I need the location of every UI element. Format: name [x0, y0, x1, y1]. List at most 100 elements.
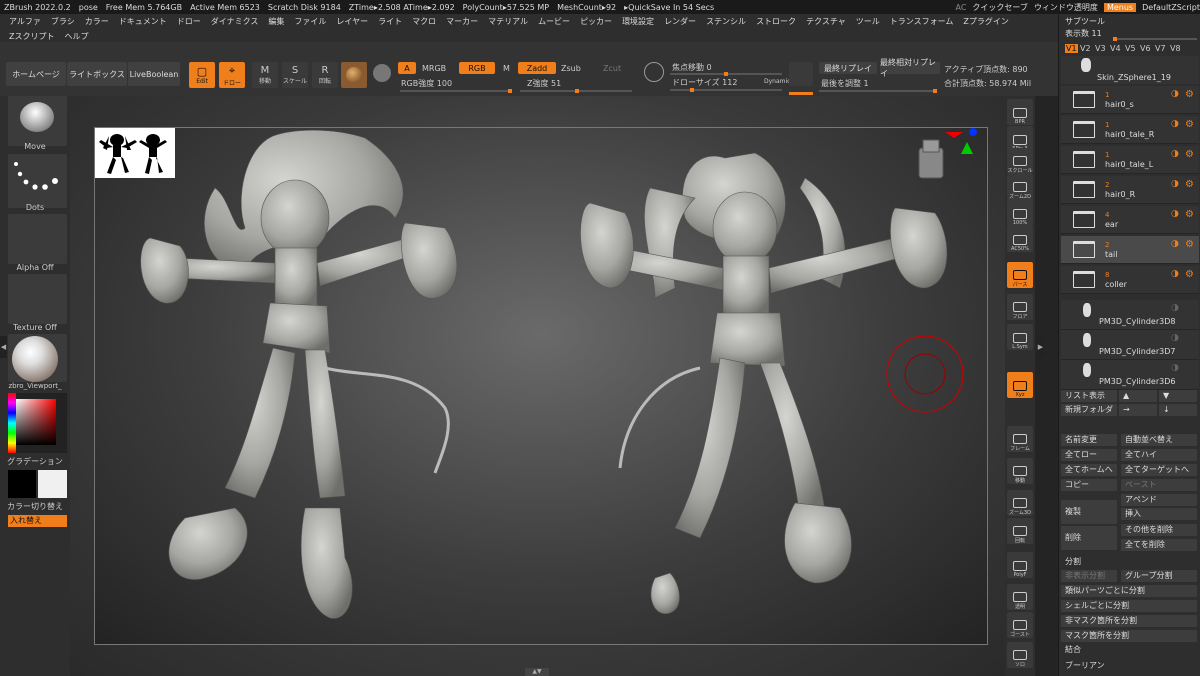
version-tab-v3[interactable]: V3 — [1095, 44, 1106, 53]
display-count-slider[interactable] — [1113, 37, 1197, 41]
shelf-polyf-button[interactable]: PolyF — [1007, 552, 1033, 578]
adjust-last-slider[interactable] — [819, 89, 937, 93]
version-tab-v7[interactable]: V7 — [1155, 44, 1166, 53]
menu-item-9[interactable]: ライト — [373, 14, 407, 29]
menu-item-7[interactable]: ファイル — [289, 14, 331, 29]
stroke-slot[interactable] — [8, 154, 67, 208]
color-switch-label[interactable]: カラー切り替え — [0, 501, 70, 512]
paste-button[interactable]: ペースト — [1121, 479, 1197, 491]
menu-item-6[interactable]: 編集 — [263, 14, 289, 29]
menu-item-21[interactable]: トランスフォーム — [885, 14, 959, 29]
right-collapse-icon[interactable]: ▶ — [1037, 336, 1044, 358]
shelf-dynamic-persp-button[interactable]: パース — [1007, 262, 1033, 288]
eye-icon[interactable]: ◑ — [1171, 209, 1179, 219]
menu-item-5[interactable]: ダイナミクス — [206, 14, 264, 29]
eye-icon[interactable]: ◑ — [1171, 119, 1179, 129]
gear-icon[interactable]: ⚙ — [1185, 239, 1194, 250]
gear-icon[interactable]: ⚙ — [1185, 89, 1194, 100]
subtool-folder-hair0_tale_L[interactable]: 1 hair0_tale_L ◑ ⚙ — [1061, 146, 1199, 174]
all-high-button[interactable]: 全てハイ — [1121, 449, 1197, 461]
subtool-item-pm3d_cylinder3d8[interactable]: PM3D_Cylinder3D8 ◑ — [1061, 300, 1199, 330]
shelf-local-button[interactable]: L.Sym — [1007, 324, 1033, 350]
split-hidden-button[interactable]: 非表示分割 — [1061, 570, 1117, 582]
rotate-mode-button[interactable]: R 回転 — [312, 62, 338, 88]
draw-size-slider[interactable] — [670, 88, 782, 92]
menu-item-4[interactable]: ドロー — [172, 14, 206, 29]
split-shell-button[interactable]: シェルごとに分割 — [1061, 600, 1197, 612]
lightbox-button[interactable]: ライトボックス — [67, 62, 127, 86]
zcut-button[interactable]: Zcut — [603, 64, 621, 73]
menus-button[interactable]: Menus — [1103, 2, 1137, 12]
menu-item-14[interactable]: ピッカー — [575, 14, 617, 29]
rgb-intensity-label[interactable]: RGB強度 100 — [401, 78, 452, 89]
zsub-button[interactable]: Zsub — [561, 64, 581, 73]
list-view-button[interactable]: リスト表示 — [1061, 390, 1117, 402]
draw-button[interactable]: ⌖ ドロー — [219, 62, 245, 88]
scale-mode-button[interactable]: S スケール — [282, 62, 308, 88]
subtool-folder-hair0_tale_R[interactable]: 1 hair0_tale_R ◑ ⚙ — [1061, 116, 1199, 144]
top-subtool-item[interactable]: Skin_ZSphere1_19 — [1061, 56, 1199, 84]
merge-section-header[interactable]: 結合 — [1061, 644, 1199, 656]
material-slot[interactable] — [8, 334, 67, 382]
eye-icon[interactable]: ◑ — [1171, 239, 1179, 249]
shelf-solo-button[interactable]: ソロ — [1007, 642, 1033, 668]
all-target-button[interactable]: 全てターゲットへ — [1121, 464, 1197, 476]
delete-button[interactable]: 削除 — [1061, 526, 1117, 550]
menu-item-13[interactable]: ムービー — [533, 14, 575, 29]
new-folder-button[interactable]: 新規フォルダ — [1061, 404, 1117, 416]
all-home-button[interactable]: 全てホームへ — [1061, 464, 1117, 476]
gear-icon[interactable]: ⚙ — [1185, 119, 1194, 130]
shelf-floor-button[interactable]: フロア — [1007, 294, 1033, 320]
menu-item-19[interactable]: テクスチャ — [801, 14, 851, 29]
shelf-transp-button[interactable]: 透明 — [1007, 584, 1033, 610]
gear-icon[interactable]: ⚙ — [1185, 269, 1194, 280]
menu-item-1[interactable]: ブラシ — [46, 14, 80, 29]
z-intensity-slider[interactable] — [520, 89, 632, 93]
subtool-folder-hair0_s[interactable]: 1 hair0_s ◑ ⚙ — [1061, 86, 1199, 114]
subtool-folder-hair0_R[interactable]: 2 hair0_R ◑ ⚙ — [1061, 176, 1199, 204]
move-mode-button[interactable]: M 移動 — [252, 62, 278, 88]
a-toggle[interactable]: A — [398, 62, 416, 74]
focal-shift-slider[interactable] — [670, 72, 782, 76]
eye-icon[interactable]: ◑ — [1171, 333, 1179, 343]
edit-button[interactable]: ▢ Edit — [189, 62, 215, 88]
subtool-folder-ear[interactable]: 4 ear ◑ ⚙ — [1061, 206, 1199, 234]
gear-icon[interactable]: ⚙ — [1185, 149, 1194, 160]
hue-ring[interactable] — [8, 393, 16, 453]
copy-button[interactable]: コピー — [1061, 479, 1117, 491]
lazy-mouse-icon[interactable] — [789, 62, 813, 86]
shelf-zoom2d-button[interactable]: ズーム2D — [1007, 174, 1033, 200]
shelf-ghost-button[interactable]: ゴースト — [1007, 612, 1033, 638]
viewport[interactable]: ▲▼ — [70, 96, 1005, 676]
version-tab-v4[interactable]: V4 — [1110, 44, 1121, 53]
subtool-header[interactable]: サブツール — [1065, 16, 1105, 27]
menu-item-22[interactable]: Zプラグイン — [958, 14, 1013, 29]
move-down-folder-button[interactable]: ↓ — [1159, 404, 1197, 416]
eye-icon[interactable]: ◑ — [1171, 303, 1179, 313]
eye-icon[interactable]: ◑ — [1171, 89, 1179, 99]
homepage-button[interactable]: ホームページ — [6, 62, 66, 86]
menu-item-2[interactable]: カラー — [80, 14, 114, 29]
rgb-intensity-slider[interactable] — [400, 89, 512, 93]
split-unmasked-button[interactable]: 非マスク箇所を分割 — [1061, 615, 1197, 627]
delete-all-button[interactable]: 全てを削除 — [1121, 539, 1197, 551]
display-count-label[interactable]: 表示数 11 — [1065, 28, 1102, 39]
menu-item-10[interactable]: マクロ — [407, 14, 441, 29]
eye-icon[interactable]: ◑ — [1171, 149, 1179, 159]
menu-item-12[interactable]: マテリアル — [483, 14, 533, 29]
move-down-button[interactable]: ▼ — [1159, 390, 1197, 402]
color-toggle-icon[interactable] — [373, 64, 391, 82]
shelf-100-button[interactable]: 100% — [1007, 200, 1033, 226]
zadd-button[interactable]: Zadd — [518, 62, 556, 74]
focal-shift-label[interactable]: 焦点移動 0 — [672, 62, 712, 73]
left-collapse-icon[interactable]: ◀ — [0, 336, 7, 358]
shelf-scroll-button[interactable]: スクロール — [1007, 148, 1033, 174]
window-transparency[interactable]: ウィンドウ透明度 — [1034, 2, 1098, 13]
replay-last-relative-button[interactable]: 最終相対リプレイ — [880, 58, 940, 78]
color-picker[interactable] — [8, 393, 67, 453]
shelf-ac50-button[interactable]: AC50% — [1007, 226, 1033, 252]
append-button[interactable]: アペンド — [1121, 494, 1197, 506]
eye-icon[interactable]: ◑ — [1171, 179, 1179, 189]
menu-item-15[interactable]: 環境設定 — [617, 14, 659, 29]
focal-icon[interactable] — [644, 62, 664, 82]
